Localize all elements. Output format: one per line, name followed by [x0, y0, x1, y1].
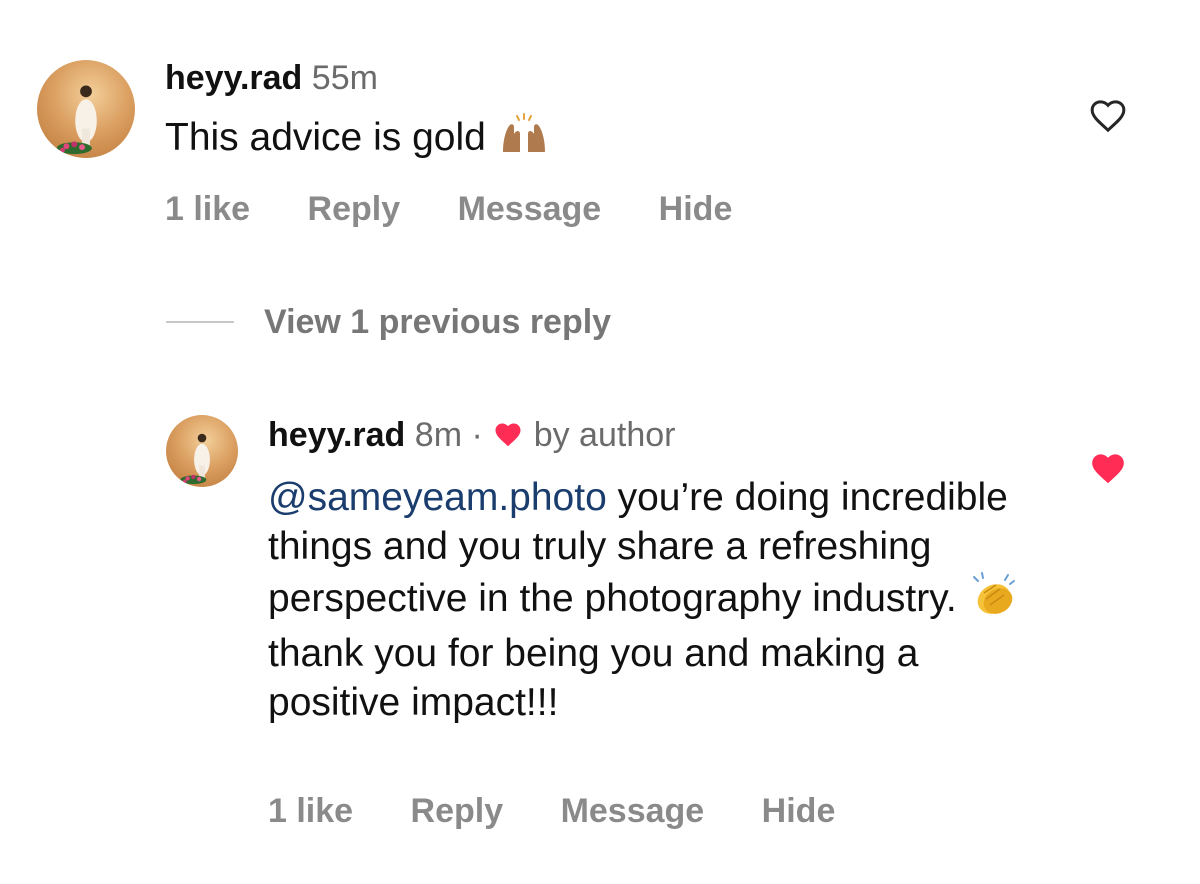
username[interactable]: heyy.rad — [165, 59, 302, 97]
mention-link[interactable]: @sameyeam.photo — [268, 476, 607, 519]
avatar-photo — [56, 85, 97, 155]
comment-text: This advice is gold — [165, 112, 1065, 168]
hide-button[interactable]: Hide — [762, 792, 836, 830]
divider-line — [166, 321, 234, 323]
like-count[interactable]: 1 like — [165, 190, 250, 228]
comment-meta: heyy.rad 55m — [165, 58, 1065, 98]
view-previous-replies[interactable]: View 1 previous reply — [166, 300, 611, 344]
avatar-photo — [180, 433, 210, 485]
raising-hands-icon — [497, 112, 551, 168]
username[interactable]: heyy.rad — [268, 416, 405, 454]
like-count[interactable]: 1 like — [268, 792, 353, 830]
comment: heyy.rad 55m This advice is gold — [165, 58, 1065, 168]
like-heart-icon[interactable] — [1088, 96, 1128, 136]
timestamp: 55m — [311, 59, 378, 97]
avatar[interactable] — [37, 60, 135, 158]
hide-button[interactable]: Hide — [659, 190, 733, 228]
message-button[interactable]: Message — [458, 190, 602, 228]
avatar[interactable] — [166, 415, 238, 487]
reply-comment: heyy.rad 8m · by author @sameyeam.photo … — [268, 415, 1058, 727]
timestamp: 8m — [414, 416, 463, 454]
reply-text-part2: thank you for being you and making a pos… — [268, 632, 919, 724]
author-label: by author — [533, 416, 676, 454]
reply-meta: heyy.rad 8m · by author — [268, 415, 1058, 459]
separator-dot: · — [471, 416, 483, 454]
reply-button[interactable]: Reply — [308, 190, 401, 228]
clapping-hands-icon — [968, 571, 1022, 629]
reply-button[interactable]: Reply — [411, 792, 504, 830]
liked-heart-icon[interactable] — [1088, 450, 1128, 490]
comment-actions: 1 like Reply Message Hide — [165, 190, 780, 229]
view-replies-label[interactable]: View 1 previous reply — [264, 303, 611, 342]
author-heart-icon — [492, 419, 524, 459]
comment-text-content: This advice is gold — [165, 116, 486, 159]
reply-text: @sameyeam.photo you’re doing incredible … — [268, 473, 1058, 727]
message-button[interactable]: Message — [561, 792, 705, 830]
reply-actions: 1 like Reply Message Hide — [268, 792, 883, 831]
